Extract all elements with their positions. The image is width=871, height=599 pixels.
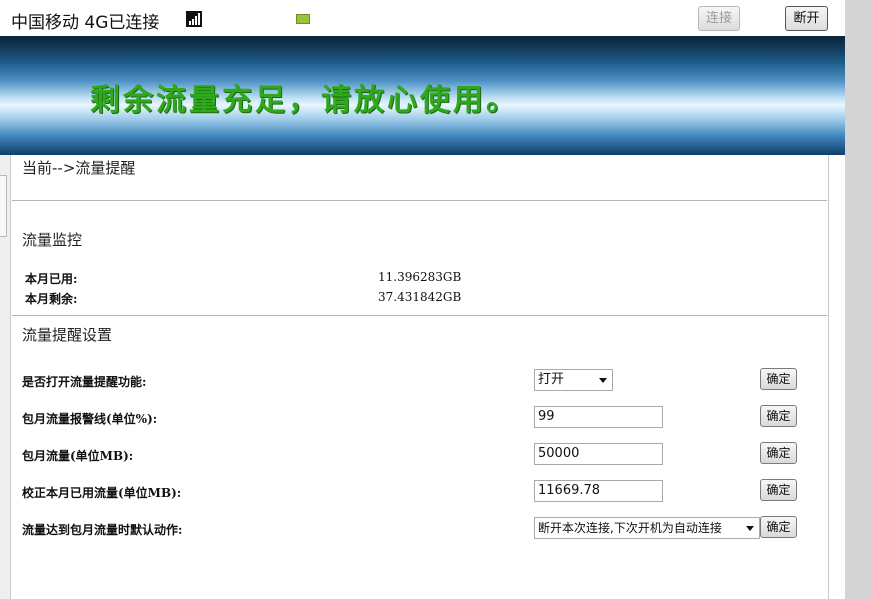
battery-icon: [296, 14, 310, 24]
connection-status: 中国移动 4G已连接: [11, 13, 160, 33]
status-bar: 中国移动 4G已连接 连接 断开: [0, 0, 845, 36]
reminder-switch-value: 打开: [538, 372, 565, 387]
confirm-button-action[interactable]: 确定: [760, 516, 797, 538]
default-action-select[interactable]: 断开本次连接,下次开机为自动连接: [534, 517, 760, 539]
connect-button[interactable]: 连接: [698, 6, 740, 31]
used-value: 11.396283GB: [378, 270, 462, 284]
breadcrumb: 当前-->流量提醒: [22, 159, 136, 177]
reminder-switch-select[interactable]: 打开: [534, 369, 613, 391]
banner-message: 剩余流量充足，请放心使用。: [90, 83, 519, 118]
confirm-button-correct[interactable]: 确定: [760, 479, 797, 501]
correct-usage-label: 校正本月已用流量(单位MB):: [22, 486, 182, 500]
content-panel: 当前-->流量提醒 流量监控 本月已用: 11.396283GB 本月剩余: 3…: [12, 155, 829, 599]
alert-threshold-label: 包月流量报警线(单位%):: [22, 412, 158, 426]
settings-title: 流量提醒设置: [22, 326, 113, 344]
default-action-value: 断开本次连接,下次开机为自动连接: [538, 521, 722, 535]
chevron-down-icon: [599, 378, 607, 383]
remaining-value: 37.431842GB: [378, 290, 462, 304]
reminder-switch-label: 是否打开流量提醒功能:: [22, 375, 147, 389]
collapse-handle[interactable]: [0, 175, 7, 237]
signal-strength-icon: [186, 11, 202, 27]
chevron-down-icon: [746, 526, 754, 531]
confirm-button-switch[interactable]: 确定: [760, 368, 797, 390]
remaining-label: 本月剩余:: [25, 292, 78, 306]
banner: 剩余流量充足，请放心使用。: [0, 36, 845, 155]
divider: [12, 200, 827, 201]
monitor-title: 流量监控: [22, 231, 83, 249]
scrollbar-area[interactable]: [845, 0, 871, 599]
left-panel-edge: [0, 155, 11, 599]
default-action-label: 流量达到包月流量时默认动作:: [22, 523, 183, 537]
alert-threshold-input[interactable]: 99: [534, 406, 663, 428]
confirm-button-threshold[interactable]: 确定: [760, 405, 797, 427]
used-label: 本月已用:: [25, 272, 78, 286]
monthly-quota-input[interactable]: 50000: [534, 443, 663, 465]
disconnect-button[interactable]: 断开: [785, 6, 828, 31]
divider: [12, 315, 827, 316]
correct-usage-input[interactable]: 11669.78: [534, 480, 663, 502]
confirm-button-quota[interactable]: 确定: [760, 442, 797, 464]
monthly-quota-label: 包月流量(单位MB):: [22, 449, 134, 463]
